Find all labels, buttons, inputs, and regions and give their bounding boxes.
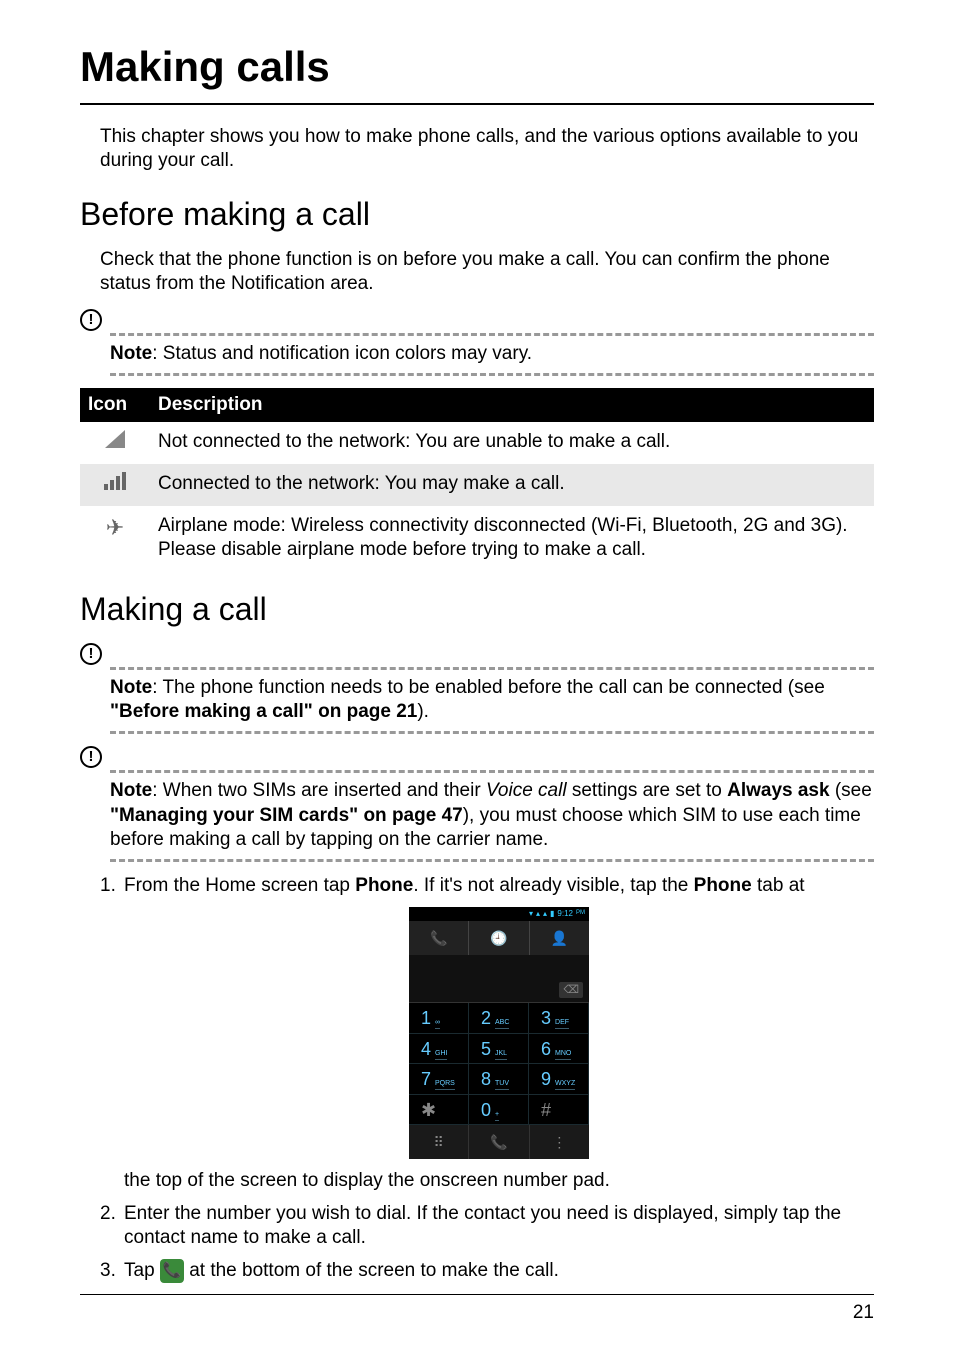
call-button-icon: 📞 <box>160 1259 184 1283</box>
key-8[interactable]: 8TUV <box>469 1064 529 1094</box>
key-5[interactable]: 5JKL <box>469 1034 529 1064</box>
section1-body: Check that the phone function is on befo… <box>100 248 874 297</box>
battery-icon: ▮ <box>550 909 554 919</box>
phone-tab[interactable]: 📞 <box>409 921 469 955</box>
step-3-content: Tap 📞 at the bottom of the screen to mak… <box>124 1259 874 1284</box>
dialer-bottom-row: ⠿ 📞 ⋮ <box>409 1125 589 1159</box>
backspace-icon[interactable]: ⌫ <box>559 982 583 998</box>
header-description: Description <box>150 388 874 423</box>
step-1-continuation: the top of the screen to display the ons… <box>124 1170 610 1191</box>
note-phone-enabled: ! Note: The phone function needs to be e… <box>80 643 874 734</box>
table-row: Not connected to the network: You are un… <box>80 422 874 464</box>
phone-dialer-screenshot: ▾ ▴ ▴ ▮ 9:12 PM 📞 🕘 👤 ⌫ 1∞ 2ABC 3DEF 4GH… <box>409 907 589 1159</box>
status-pm: PM <box>576 910 585 918</box>
step-1-content: From the Home screen tap Phone. If it's … <box>124 874 874 1194</box>
dial-input-area[interactable]: ⌫ <box>409 955 589 1003</box>
signal-bars-icon <box>80 464 150 506</box>
step-number: 3. <box>100 1259 124 1284</box>
dialer-tabs: 📞 🕘 👤 <box>409 921 589 955</box>
row1-desc: Not connected to the network: You are un… <box>150 422 874 464</box>
airplane-icon: ✈ <box>80 506 150 571</box>
info-icon: ! <box>80 643 102 665</box>
intro-paragraph: This chapter shows you how to make phone… <box>100 125 874 174</box>
dashed-divider <box>110 731 874 734</box>
dashed-divider <box>110 333 874 336</box>
dashed-divider <box>110 667 874 670</box>
wifi-icon: ▾ <box>529 909 533 919</box>
status-time: 9:12 <box>557 909 573 919</box>
signal-icon: ▴ <box>543 909 547 919</box>
step-1: 1. From the Home screen tap Phone. If it… <box>100 874 874 1194</box>
row2-desc: Connected to the network: You may make a… <box>150 464 874 506</box>
icon-description-table: Icon Description Not connected to the ne… <box>80 388 874 571</box>
key-2[interactable]: 2ABC <box>469 1003 529 1033</box>
apps-icon[interactable]: ⠿ <box>409 1125 469 1159</box>
page-title: Making calls <box>80 40 874 105</box>
recents-tab[interactable]: 🕘 <box>469 921 529 955</box>
keypad: 1∞ 2ABC 3DEF 4GHI 5JKL 6MNO 7PQRS 8TUV 9… <box>409 1003 589 1125</box>
signal-empty-icon <box>80 422 150 464</box>
page-number: 21 <box>80 1294 874 1326</box>
table-row: Connected to the network: You may make a… <box>80 464 874 506</box>
section-before-making-call-title: Before making a call <box>80 194 874 236</box>
key-hash[interactable]: # <box>529 1095 589 1125</box>
key-7[interactable]: 7PQRS <box>409 1064 469 1094</box>
step-2: 2. Enter the number you wish to dial. If… <box>100 1202 874 1251</box>
table-row: ✈ Airplane mode: Wireless connectivity d… <box>80 506 874 571</box>
call-button[interactable]: 📞 <box>469 1125 529 1159</box>
step-number: 2. <box>100 1202 124 1251</box>
key-1[interactable]: 1∞ <box>409 1003 469 1033</box>
dashed-divider <box>110 859 874 862</box>
key-6[interactable]: 6MNO <box>529 1034 589 1064</box>
key-star[interactable]: ✱ <box>409 1095 469 1125</box>
note-status-colors: ! Note: Status and notification icon col… <box>80 309 874 376</box>
section-making-call-title: Making a call <box>80 589 874 631</box>
info-icon: ! <box>80 309 102 331</box>
key-3[interactable]: 3DEF <box>529 1003 589 1033</box>
contacts-tab[interactable]: 👤 <box>530 921 589 955</box>
menu-icon[interactable]: ⋮ <box>530 1125 589 1159</box>
row3-desc: Airplane mode: Wireless connectivity dis… <box>150 506 874 571</box>
key-0[interactable]: 0+ <box>469 1095 529 1125</box>
key-4[interactable]: 4GHI <box>409 1034 469 1064</box>
key-9[interactable]: 9WXYZ <box>529 1064 589 1094</box>
signal-icon: ▴ <box>536 909 540 919</box>
info-icon: ! <box>80 746 102 768</box>
dashed-divider <box>110 373 874 376</box>
note-two-sims: ! Note: When two SIMs are inserted and t… <box>80 746 874 862</box>
step-3: 3. Tap 📞 at the bottom of the screen to … <box>100 1259 874 1284</box>
step-2-content: Enter the number you wish to dial. If th… <box>124 1202 874 1251</box>
step-number: 1. <box>100 874 124 1194</box>
note-content: Note: When two SIMs are inserted and the… <box>110 779 874 853</box>
table-header-row: Icon Description <box>80 388 874 423</box>
header-icon: Icon <box>80 388 150 423</box>
phone-status-bar: ▾ ▴ ▴ ▮ 9:12 PM <box>409 907 589 921</box>
dashed-divider <box>110 770 874 773</box>
note-content: Note: Status and notification icon color… <box>110 342 874 367</box>
note-content: Note: The phone function needs to be ena… <box>110 676 874 725</box>
